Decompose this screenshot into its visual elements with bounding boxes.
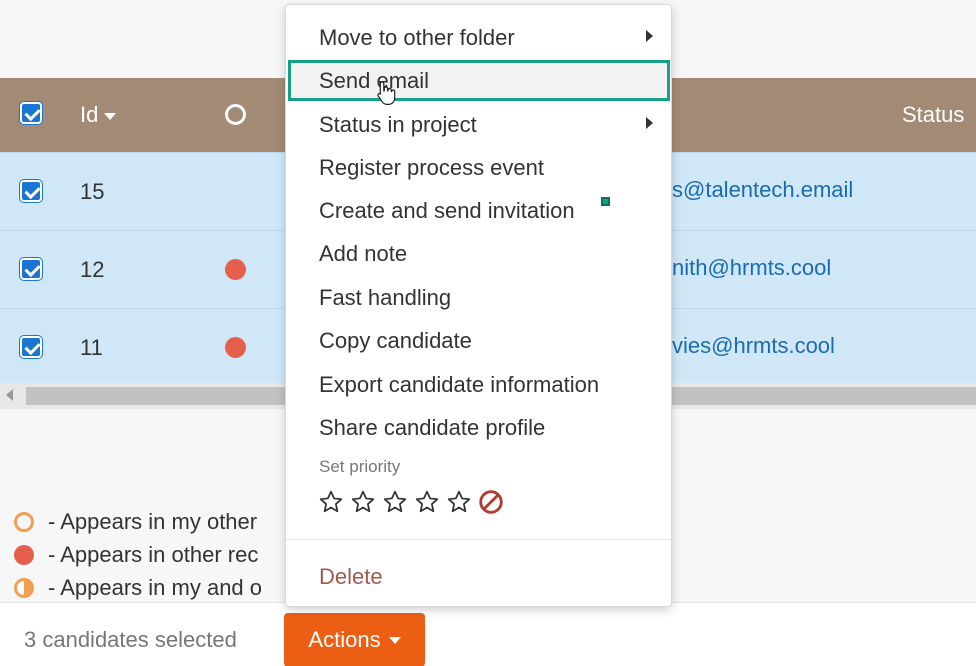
menu-item-delete[interactable]: Delete xyxy=(319,564,383,590)
menu-item-register-process-event[interactable]: Register process event xyxy=(319,155,544,181)
star-icon[interactable] xyxy=(414,489,440,515)
menu-item-send-email[interactable]: Send email xyxy=(319,68,429,94)
row-email[interactable]: nith@hrmts.cool xyxy=(672,255,831,281)
scroll-left-arrow-icon[interactable] xyxy=(6,389,13,401)
clear-priority-icon[interactable] xyxy=(478,489,504,515)
actions-button-label: Actions xyxy=(308,627,381,652)
star-icon[interactable] xyxy=(350,489,376,515)
menu-item-export-candidate-info[interactable]: Export candidate information xyxy=(319,372,599,398)
selection-footer: 3 candidates selected Actions xyxy=(0,602,976,666)
actions-menu: Move to other folder Send email Status i… xyxy=(285,4,672,607)
menu-item-create-send-invitation[interactable]: Create and send invitation xyxy=(319,198,575,224)
menu-item-fast-handling[interactable]: Fast handling xyxy=(319,285,451,311)
caret-down-icon xyxy=(388,636,401,644)
star-icon[interactable] xyxy=(382,489,408,515)
status-column-header[interactable]: Status xyxy=(902,102,964,128)
legend-text: - Appears in my and o xyxy=(48,574,263,600)
submenu-arrow-icon xyxy=(646,117,653,129)
actions-button[interactable]: Actions xyxy=(284,613,425,666)
row-checkbox[interactable] xyxy=(20,180,42,202)
id-column-header[interactable]: Id xyxy=(80,102,117,128)
row-checkbox[interactable] xyxy=(20,258,42,280)
legend-item: - Appears in my and o xyxy=(14,571,262,604)
appears-elsewhere-dot-icon xyxy=(225,337,246,358)
row-id: 15 xyxy=(80,179,105,204)
sort-caret-icon xyxy=(104,112,117,120)
row-id: 12 xyxy=(80,257,105,282)
appears-elsewhere-dot-icon xyxy=(225,259,246,280)
id-header-label: Id xyxy=(80,102,99,127)
menu-item-status-in-project[interactable]: Status in project xyxy=(319,112,477,138)
selected-count-text: 3 candidates selected xyxy=(24,627,237,652)
selection-handle xyxy=(601,197,610,206)
legend: - Appears in my other - Appears in other… xyxy=(14,505,262,604)
half-circle-icon xyxy=(14,577,34,598)
star-icon[interactable] xyxy=(446,489,472,515)
row-checkbox[interactable] xyxy=(20,336,42,358)
menu-item-share-candidate-profile[interactable]: Share candidate profile xyxy=(319,415,545,441)
filled-circle-icon xyxy=(14,544,34,565)
submenu-arrow-icon xyxy=(646,30,653,42)
legend-text: - Appears in other rec xyxy=(48,541,259,567)
appearance-column-icon xyxy=(225,104,246,125)
set-priority-label: Set priority xyxy=(319,457,401,476)
menu-item-add-note[interactable]: Add note xyxy=(319,241,407,267)
legend-item: - Appears in my other xyxy=(14,505,262,538)
legend-item: - Appears in other rec xyxy=(14,538,262,571)
legend-text: - Appears in my other xyxy=(48,508,258,534)
row-email[interactable]: vies@hrmts.cool xyxy=(672,333,835,359)
hand-cursor-icon xyxy=(377,81,396,105)
row-email[interactable]: s@talentech.email xyxy=(672,177,853,203)
row-id: 11 xyxy=(80,335,103,360)
menu-item-copy-candidate[interactable]: Copy candidate xyxy=(319,328,472,354)
menu-divider xyxy=(286,539,671,540)
select-all-checkbox[interactable] xyxy=(20,102,42,124)
hollow-circle-icon xyxy=(14,511,34,532)
menu-item-move-to-folder[interactable]: Move to other folder xyxy=(319,25,515,51)
star-icon[interactable] xyxy=(318,489,344,515)
priority-stars xyxy=(318,489,504,515)
